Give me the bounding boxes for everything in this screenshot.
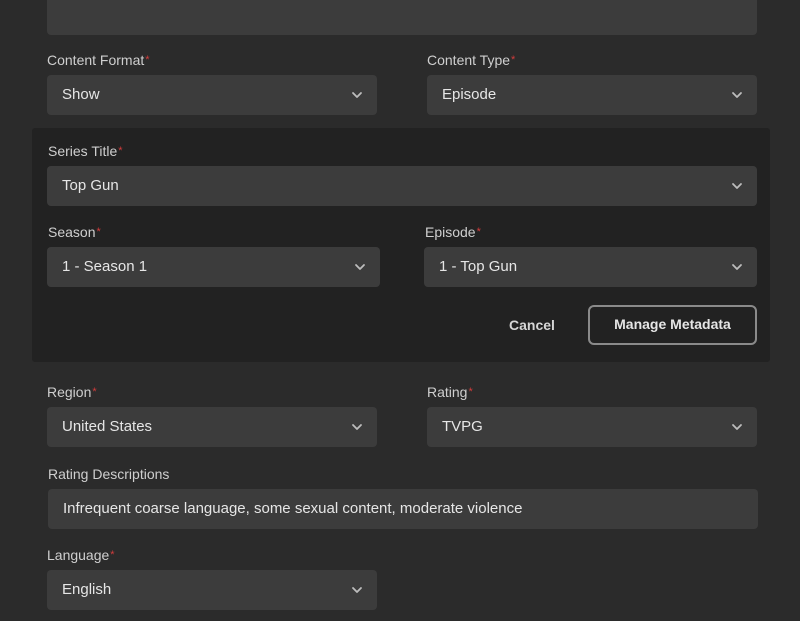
- season-label: Season*: [48, 223, 101, 241]
- content-format-label: Content Format*: [47, 51, 150, 69]
- region-label: Region*: [47, 383, 97, 401]
- required-mark: *: [118, 145, 123, 157]
- season-value: 1 - Season 1: [62, 258, 148, 275]
- content-type-value: Episode: [442, 86, 497, 103]
- chevron-down-icon: [351, 421, 363, 433]
- required-mark: *: [96, 226, 101, 238]
- chevron-down-icon: [731, 180, 743, 192]
- chevron-down-icon: [731, 421, 743, 433]
- rating-label: Rating*: [427, 383, 473, 401]
- episode-label-text: Episode: [425, 224, 476, 240]
- required-mark: *: [145, 54, 150, 66]
- rating-value: TVPG: [442, 418, 483, 435]
- region-value: United States: [62, 418, 153, 435]
- content-type-label: Content Type*: [427, 51, 515, 69]
- rating-descriptions-input[interactable]: Infrequent coarse language, some sexual …: [48, 489, 758, 529]
- required-mark: *: [511, 54, 516, 66]
- language-label: Language*: [47, 546, 115, 564]
- content-format-label-text: Content Format: [47, 52, 145, 68]
- region-label-text: Region: [47, 384, 92, 400]
- content-format-select[interactable]: Show: [47, 75, 377, 115]
- series-title-label-text: Series Title: [48, 143, 118, 159]
- season-label-text: Season: [48, 224, 96, 240]
- top-textarea[interactable]: [47, 0, 757, 35]
- cancel-button[interactable]: Cancel: [497, 306, 567, 344]
- chevron-down-icon: [354, 261, 366, 273]
- rating-select[interactable]: TVPG: [427, 407, 757, 447]
- episode-value: 1 - Top Gun: [439, 258, 518, 275]
- content-type-label-text: Content Type: [427, 52, 511, 68]
- manage-metadata-button[interactable]: Manage Metadata: [588, 305, 757, 345]
- season-select[interactable]: 1 - Season 1: [47, 247, 380, 287]
- chevron-down-icon: [731, 261, 743, 273]
- region-select[interactable]: United States: [47, 407, 377, 447]
- required-mark: *: [476, 226, 481, 238]
- rating-descriptions-label: Rating Descriptions: [48, 466, 170, 482]
- episode-select[interactable]: 1 - Top Gun: [424, 247, 757, 287]
- content-type-select[interactable]: Episode: [427, 75, 757, 115]
- language-value: English: [62, 581, 112, 598]
- series-title-select[interactable]: Top Gun: [47, 166, 757, 206]
- chevron-down-icon: [351, 89, 363, 101]
- required-mark: *: [110, 549, 115, 561]
- language-select[interactable]: English: [47, 570, 377, 610]
- content-format-value: Show: [62, 86, 100, 103]
- series-title-label: Series Title*: [48, 142, 123, 160]
- chevron-down-icon: [731, 89, 743, 101]
- rating-label-text: Rating: [427, 384, 468, 400]
- language-label-text: Language: [47, 547, 110, 563]
- required-mark: *: [468, 386, 473, 398]
- required-mark: *: [92, 386, 97, 398]
- episode-label: Episode*: [425, 223, 481, 241]
- rating-descriptions-value: Infrequent coarse language, some sexual …: [63, 500, 523, 517]
- chevron-down-icon: [351, 584, 363, 596]
- series-title-value: Top Gun: [62, 177, 119, 194]
